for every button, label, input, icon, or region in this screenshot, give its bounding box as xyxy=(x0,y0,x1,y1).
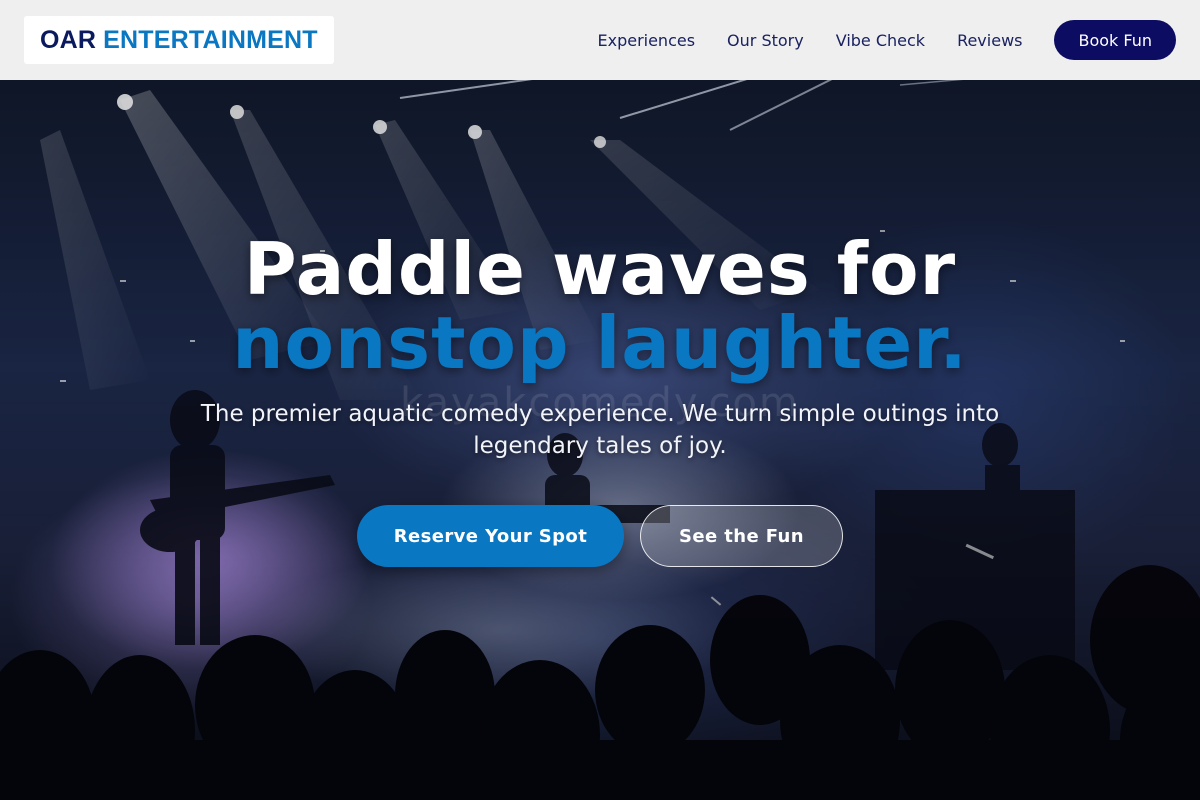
nav-item: Our Story xyxy=(727,31,804,50)
hero-cta-group: Reserve Your Spot See the Fun xyxy=(0,505,1200,567)
nav-item: Experiences xyxy=(597,31,695,50)
logo-text-oar: OAR xyxy=(40,25,97,54)
nav-link-experiences[interactable]: Experiences xyxy=(597,31,695,50)
nav-links: Experiences Our Story Vibe Check Reviews xyxy=(565,31,1022,50)
hero-headline: Paddle waves for nonstop laughter. xyxy=(0,232,1200,380)
hero-headline-line-2: nonstop laughter. xyxy=(232,301,968,385)
navbar: OAR ENTERTAINMENT Experiences Our Story … xyxy=(0,0,1200,80)
book-fun-button[interactable]: Book Fun xyxy=(1054,20,1176,60)
main-nav: Experiences Our Story Vibe Check Reviews… xyxy=(565,20,1176,60)
nav-link-reviews[interactable]: Reviews xyxy=(957,31,1022,50)
logo-text-entertainment: ENTERTAINMENT xyxy=(103,25,318,54)
landing-page: OAR ENTERTAINMENT Experiences Our Story … xyxy=(0,0,1200,800)
nav-link-our-story[interactable]: Our Story xyxy=(727,31,804,50)
nav-link-vibe-check[interactable]: Vibe Check xyxy=(836,31,925,50)
site-logo[interactable]: OAR ENTERTAINMENT xyxy=(24,16,334,64)
hero-headline-line-1: Paddle waves for xyxy=(243,227,957,311)
hero-subtitle: The premier aquatic comedy experience. W… xyxy=(200,401,1000,459)
nav-item: Vibe Check xyxy=(836,31,925,50)
reserve-spot-button[interactable]: Reserve Your Spot xyxy=(357,505,624,567)
hero-content: kayakcomedy.com Paddle waves for nonstop… xyxy=(0,80,1200,800)
hero-section: kayakcomedy.com Paddle waves for nonstop… xyxy=(0,80,1200,800)
nav-item: Reviews xyxy=(957,31,1022,50)
see-fun-button[interactable]: See the Fun xyxy=(640,505,843,567)
